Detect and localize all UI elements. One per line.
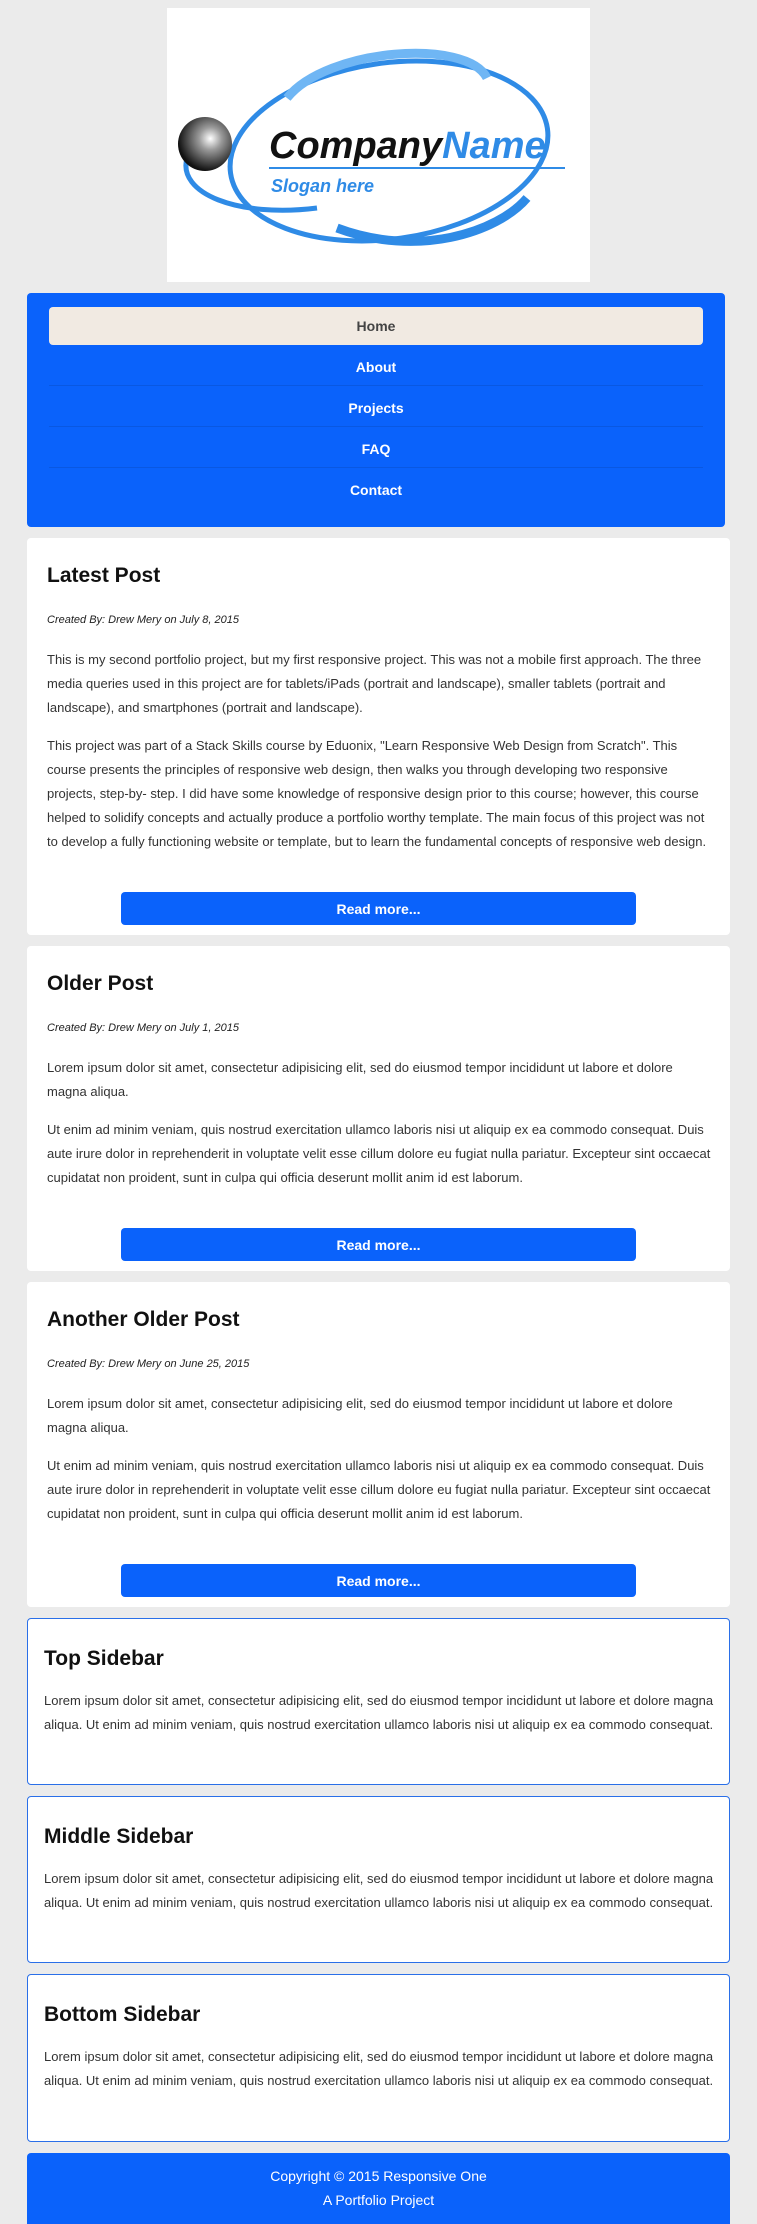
post-paragraph: Lorem ipsum dolor sit amet, consectetur … xyxy=(47,1396,673,1435)
post-paragraph: Ut enim ad minim veniam, quis nostrud ex… xyxy=(47,1458,711,1521)
post-title: Another Older Post xyxy=(47,1308,240,1331)
footer-copyright: Copyright © 2015 Responsive One xyxy=(270,2168,487,2184)
post-title: Older Post xyxy=(47,972,154,995)
post-latest: Latest Post Created By: Drew Mery on Jul… xyxy=(27,538,730,935)
sidebar-title: Top Sidebar xyxy=(44,1647,164,1670)
sidebar-text: Lorem ipsum dolor sit amet, consectetur … xyxy=(44,1693,714,1732)
logo-graphic: CompanyName Slogan here xyxy=(178,48,565,246)
read-more-button[interactable]: Read more... xyxy=(121,1564,636,1597)
post-byline: Created By: Drew Mery on July 8, 2015 xyxy=(47,614,239,626)
nav-item-about[interactable]: About xyxy=(49,348,703,386)
post-title: Latest Post xyxy=(47,564,161,587)
nav-item-projects[interactable]: Projects xyxy=(49,389,703,427)
post-byline: Created By: Drew Mery on June 25, 2015 xyxy=(47,1358,250,1370)
sidebar-top: Top Sidebar Lorem ipsum dolor sit amet, … xyxy=(27,1618,730,1785)
sidebar-text: Lorem ipsum dolor sit amet, consectetur … xyxy=(44,1871,714,1910)
post-another-older: Another Older Post Created By: Drew Mery… xyxy=(27,1282,730,1607)
post-paragraph: Lorem ipsum dolor sit amet, consectetur … xyxy=(47,1060,673,1099)
sidebar-middle: Middle Sidebar Lorem ipsum dolor sit ame… xyxy=(27,1796,730,1963)
logo-company-text: CompanyName xyxy=(269,125,546,167)
post-paragraph: This is my second portfolio project, but… xyxy=(47,652,702,715)
read-more-button[interactable]: Read more... xyxy=(121,892,636,925)
sidebar-bottom: Bottom Sidebar Lorem ipsum dolor sit ame… xyxy=(27,1974,730,2142)
read-more-button[interactable]: Read more... xyxy=(121,1228,636,1261)
post-paragraph: This project was part of a Stack Skills … xyxy=(47,738,707,849)
sidebar-title: Middle Sidebar xyxy=(44,1825,194,1848)
nav-item-contact[interactable]: Contact xyxy=(49,471,703,509)
nav-item-faq[interactable]: FAQ xyxy=(49,430,703,468)
sphere-icon xyxy=(178,117,232,171)
footer-tagline: A Portfolio Project xyxy=(322,2192,435,2208)
nav-item-home[interactable]: Home xyxy=(49,307,703,345)
post-paragraph: Ut enim ad minim veniam, quis nostrud ex… xyxy=(47,1122,711,1185)
sidebar-title: Bottom Sidebar xyxy=(44,2003,201,2026)
company-logo[interactable]: CompanyName Slogan here xyxy=(167,8,590,282)
site-footer: Copyright © 2015 Responsive One A Portfo… xyxy=(27,2153,730,2224)
logo-slogan: Slogan here xyxy=(271,176,374,196)
sidebar-text: Lorem ipsum dolor sit amet, consectetur … xyxy=(44,2049,714,2088)
main-nav: Home About Projects FAQ Contact xyxy=(27,293,725,527)
post-older: Older Post Created By: Drew Mery on July… xyxy=(27,946,730,1271)
post-byline: Created By: Drew Mery on July 1, 2015 xyxy=(47,1022,239,1034)
